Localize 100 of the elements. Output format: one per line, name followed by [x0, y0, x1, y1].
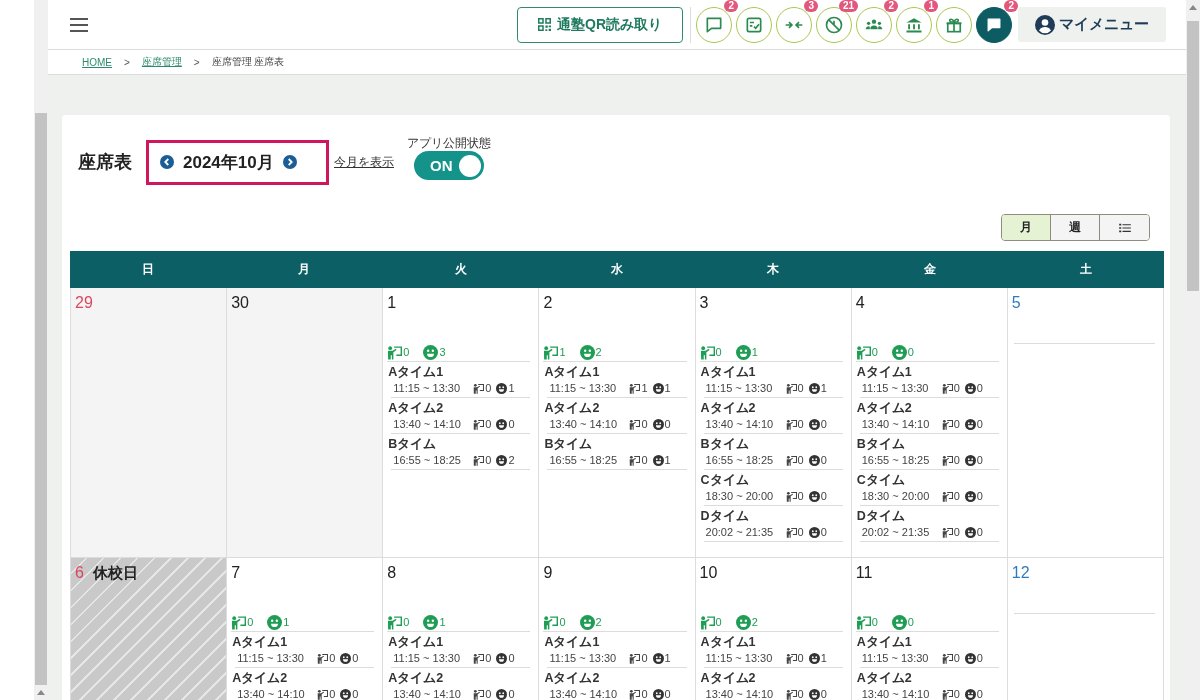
- person-at-board-icon: [473, 382, 485, 394]
- chevron-left-icon[interactable]: [160, 155, 174, 169]
- student-count: 1: [508, 381, 515, 396]
- slot-name: Aタイム1: [856, 364, 913, 380]
- student-count: 2: [595, 616, 602, 628]
- qr-scan-button[interactable]: 通塾QR読み取り: [517, 6, 683, 43]
- teacher-count: 0: [715, 616, 722, 628]
- weekday-label: 金: [923, 261, 936, 278]
- current-month-link[interactable]: 今月を表示: [334, 153, 394, 171]
- person-at-board-icon: [855, 344, 871, 360]
- person-at-board-icon: [785, 490, 797, 502]
- teacher-count: 0: [641, 687, 648, 700]
- slot-name: Cタイム: [856, 472, 906, 488]
- day-number: 12: [1011, 563, 1030, 583]
- notification-badge: 2: [1004, 0, 1018, 12]
- person-at-board-icon: [785, 526, 797, 538]
- teacher-count: 0: [797, 453, 804, 468]
- chevron-right-icon[interactable]: [282, 155, 297, 169]
- slot-name: Bタイム: [388, 436, 438, 452]
- student-count: 0: [508, 417, 515, 432]
- teacher-count: 0: [403, 616, 410, 628]
- weekday-label: 日: [142, 261, 155, 278]
- breadcrumb-link[interactable]: 座席管理: [141, 55, 182, 69]
- slot-time: 16:55 ~ 18:25: [705, 453, 775, 468]
- slot-name: Aタイム1: [388, 634, 445, 650]
- person-at-board-icon: [941, 652, 953, 664]
- view-tab[interactable]: [1100, 215, 1149, 240]
- student-count: 0: [508, 651, 515, 666]
- notification-badge: 2: [724, 0, 738, 12]
- smiley-icon: [579, 344, 595, 360]
- teacher-count: 0: [485, 687, 492, 700]
- teacher-count: 0: [797, 687, 804, 700]
- person-at-board-icon: [941, 454, 953, 466]
- smiley-icon: [964, 652, 976, 664]
- day-number: 2: [543, 293, 553, 313]
- person-at-board-icon: [785, 418, 797, 430]
- slot-time: 13:40 ~ 14:10: [861, 417, 931, 432]
- menu-icon[interactable]: [70, 17, 88, 32]
- smiley-icon: [652, 454, 664, 466]
- view-tab[interactable]: 月: [1002, 215, 1051, 240]
- person-at-board-icon: [473, 454, 485, 466]
- student-count: 1: [664, 381, 671, 396]
- teacher-count: 0: [953, 417, 960, 432]
- person-at-board-icon: [785, 688, 797, 700]
- person-at-board-icon: [473, 688, 485, 700]
- publish-toggle[interactable]: ON: [414, 151, 484, 180]
- student-count: 2: [751, 616, 758, 628]
- toggle-label: アプリ公開状態: [407, 136, 491, 150]
- student-count: 1: [283, 616, 290, 628]
- student-count: 0: [664, 417, 671, 432]
- day-number: 1: [387, 293, 397, 313]
- slot-time: 13:40 ~ 14:10: [705, 687, 775, 700]
- smiley-icon: [808, 454, 820, 466]
- slot-name: Aタイム1: [544, 634, 601, 650]
- teacher-count: 0: [953, 381, 960, 396]
- smiley-icon: [496, 382, 508, 394]
- gift-button[interactable]: [936, 6, 972, 43]
- view-tab[interactable]: 週: [1051, 215, 1100, 240]
- breadcrumb-separator: >: [193, 56, 200, 68]
- scrollbar-thumb[interactable]: [35, 113, 47, 685]
- smiley-icon: [735, 614, 751, 630]
- smiley-icon: [652, 418, 664, 430]
- day-number: 4: [855, 293, 865, 313]
- person-at-board-icon: [317, 652, 329, 664]
- student-count: 0: [976, 687, 983, 700]
- page-title: 座席表: [78, 151, 132, 174]
- checklist-button[interactable]: [736, 6, 772, 43]
- day-number: 11: [855, 563, 873, 583]
- smiley-icon: [808, 418, 820, 430]
- day-number: 5: [1011, 293, 1021, 313]
- slot-time: 11:15 ~ 13:30: [549, 651, 618, 666]
- smiley-icon: [652, 382, 664, 394]
- teacher-count: 0: [641, 651, 648, 666]
- slot-name: Dタイム: [700, 508, 750, 524]
- slot-time: 11:15 ~ 13:30: [705, 651, 774, 666]
- scroll-arrow-icon[interactable]: [37, 690, 45, 695]
- student-count: 0: [508, 687, 515, 700]
- slot-time: 11:15 ~ 13:30: [393, 381, 462, 396]
- student-count: 0: [820, 687, 827, 700]
- scrollbar[interactable]: [1186, 0, 1200, 700]
- slot-name: Aタイム2: [856, 400, 913, 416]
- slot-time: 13:40 ~ 14:10: [393, 687, 462, 700]
- student-count: 1: [820, 651, 827, 666]
- student-count: 2: [595, 346, 602, 358]
- breadcrumb-link[interactable]: HOME: [82, 56, 112, 68]
- smiley-icon: [808, 526, 820, 538]
- scroll-arrow-icon[interactable]: [1189, 5, 1197, 10]
- person-at-board-icon: [855, 614, 871, 630]
- student-count: 1: [820, 381, 827, 396]
- slot-time: 13:40 ~ 14:10: [549, 417, 618, 432]
- scrollbar[interactable]: [34, 0, 48, 700]
- person-at-board-icon: [941, 526, 953, 538]
- slot-name: Aタイム1: [700, 364, 757, 380]
- smiley-icon: [891, 344, 907, 360]
- scrollbar-thumb[interactable]: [1187, 21, 1199, 291]
- slot-time: 11:15 ~ 13:30: [861, 651, 930, 666]
- student-count: 1: [664, 453, 671, 468]
- my-menu-button[interactable]: マイメニュー: [1018, 7, 1166, 42]
- person-at-board-icon: [941, 490, 953, 502]
- person-at-board-icon: [629, 382, 641, 394]
